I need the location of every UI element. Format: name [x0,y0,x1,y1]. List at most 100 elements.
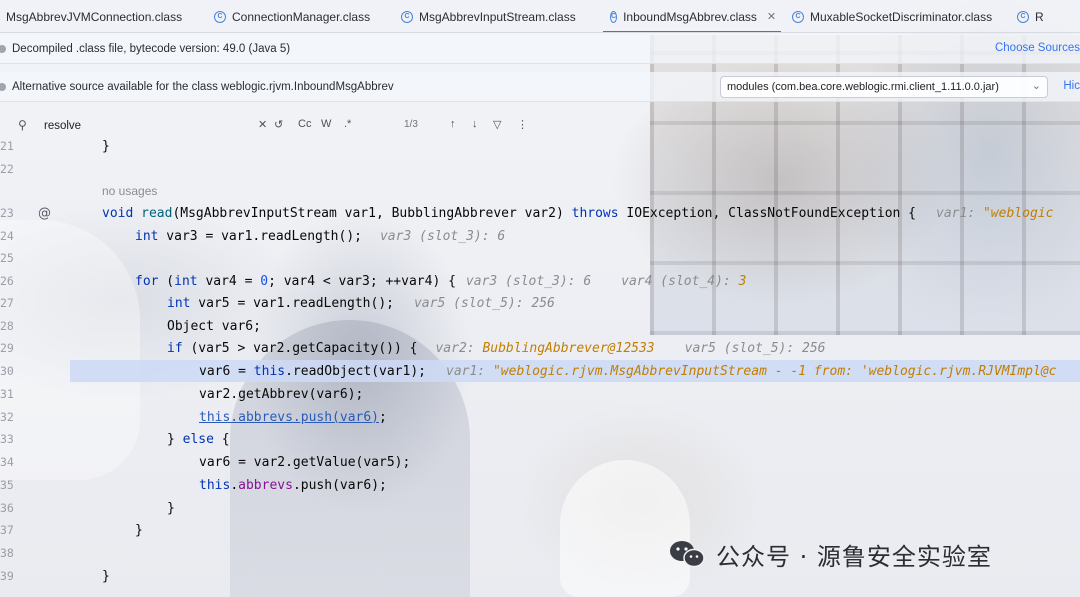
debug-hint: var2: BubblingAbbrever@12533 [435,341,654,356]
history-icon[interactable]: ↺ [274,118,283,131]
info-icon [0,44,6,53]
hint-value: BubblingAbbrever@12533 [482,340,655,356]
module-select-value: modules (com.bea.core.weblogic.rmi.clien… [727,81,999,93]
code-text: for (int var4 = 0; var4 < var3; ++var4) … [135,274,746,289]
line-number: 35 [0,478,14,492]
exceptions: IOException, ClassNotFoundException { [618,205,917,221]
filter-icon[interactable]: ▽ [493,118,501,131]
hint-name: var1: [936,205,983,221]
tab-connectionmanager[interactable]: C ConnectionManager.class [212,0,401,32]
keyword: for [135,273,159,289]
keyword: this [199,477,231,493]
watermark: 公众号 · 源鲁安全实验室 [668,534,992,574]
keyword: throws [571,205,619,221]
line-number: 27 [0,296,14,310]
regex-button[interactable]: .* [344,118,351,130]
line-number: 32 [0,410,14,424]
next-match-icon[interactable]: ↓ [472,118,478,130]
line-number: 39 [0,569,14,583]
code-text: } [102,568,110,584]
code-line: 27 int var5 = var1.readLength(); var5 (sl… [0,292,1080,314]
dot: . [230,477,239,493]
choose-sources-link[interactable]: Choose Sources [995,42,1080,54]
code-line: 25 [0,247,1080,269]
brace: } [167,431,183,447]
code-line: 33 } else { [0,428,1080,450]
field-name: abbrevs [238,477,293,493]
code-line: 26 for (int var4 = 0; var4 < var3; ++var… [0,270,1080,292]
line-number: 37 [0,523,14,537]
tab-msgabbrevinputstream[interactable]: C MsgAbbrevInputStream.class [401,0,603,32]
wechat-icon [670,541,705,568]
override-annotation-icon[interactable]: @ [38,206,51,221]
line-number: 28 [0,319,14,333]
whole-words-button[interactable]: W [321,118,331,130]
method-name: read [141,205,173,221]
code-text: this.abbrevs.push(var6); [199,410,387,425]
code-text: var6 = this.readObject(var1); var1: "webl… [199,364,1057,379]
line-number: 22 [0,162,14,176]
tab-label: MsgAbbrevJVMConnection.class [6,9,183,24]
match-case-button[interactable]: Cc [298,118,311,130]
code-line: 32 this.abbrevs.push(var6); [0,406,1080,428]
previous-match-icon[interactable]: ↑ [450,118,456,130]
debug-hint: var5 (slot_5): 256 [413,295,555,311]
inlay-usages-line: no usages [0,180,1080,202]
tab-muxablesocketdiscriminator[interactable]: C MuxableSocketDiscriminator.class [789,0,1017,32]
code-line: 35 this.abbrevs.push(var6); [0,474,1080,496]
brace: { [213,431,230,447]
editor-tab-bar: MsgAbbrevJVMConnection.class C Connectio… [0,0,1080,33]
code-line: 34 var6 = var2.getValue(var5); [0,451,1080,473]
statement: var6 = [199,363,254,379]
tab-r[interactable]: C R [1017,0,1080,32]
more-icon[interactable]: ⋮ [517,118,528,131]
statement: var5 = var1.readLength(); [190,295,394,311]
code-line: 36 } [0,497,1080,519]
line-number: 30 [0,364,14,378]
watermark-text: 公众号 · 源鲁安全实验室 [716,542,992,571]
line-number: 31 [0,387,14,401]
debug-hint: var1: "weblogic [936,206,1053,221]
tab-label: MsgAbbrevInputStream.class [419,9,576,24]
clear-icon[interactable]: ✕ [258,118,267,131]
code-text: this.abbrevs.push(var6); [199,478,387,493]
alternative-source-banner: Alternative source available for the cla… [0,72,1080,102]
statement: (var5 > var2.getCapacity()) { [182,340,418,356]
code-editor[interactable]: 21 } 22 no usages 23 @ void read(MsgAbbr… [0,135,1080,597]
decompiled-banner-text: Decompiled .class file, bytecode version… [12,42,291,55]
no-usages-hint[interactable]: no usages [102,184,157,198]
hint-name: var2: [435,340,483,356]
params: (MsgAbbrevInputStream var1, BubblingAbbr… [172,205,572,221]
statement: .push(var6); [292,477,387,493]
close-icon[interactable]: ✕ [767,10,776,23]
line-number: 33 [0,432,14,446]
hint-value: 3 [738,273,747,289]
statement: ; var4 < var3; ++var4) { [268,273,456,289]
search-icon[interactable]: ⚲ [18,118,27,132]
class-file-icon: C [610,10,618,23]
class-file-icon: C [792,10,804,23]
search-input[interactable] [44,117,244,135]
line-number: 29 [0,341,14,355]
tab-msgabbrevjvmconnection[interactable]: MsgAbbrevJVMConnection.class [0,0,212,32]
debug-hint: var5 (slot_5): 256 [684,340,826,356]
class-file-icon: C [1017,10,1029,23]
debug-hint: var1: "weblogic.rjvm.MsgAbbrevInputStrea… [446,364,1057,379]
line-number: 36 [0,501,14,515]
tab-label: InboundMsgAbbrev.class [623,9,757,24]
keyword: else [182,431,214,447]
code-line: 23 @ void read(MsgAbbrevInputStream var1… [0,202,1080,224]
tab-inboundmsgabbrev[interactable]: C InboundMsgAbbrev.class ✕ [603,0,789,32]
hide-link[interactable]: Hic [1063,80,1080,92]
underlined-call[interactable]: this.abbrevs.push(var6) [199,410,379,425]
module-select[interactable]: modules (com.bea.core.weblogic.rmi.clien… [720,76,1048,98]
code-line: 29 if (var5 > var2.getCapacity()) {var2:… [0,337,1080,359]
statement: var4 = [197,273,261,289]
tab-label: MuxableSocketDiscriminator.class [810,9,993,24]
code-line: 28 Object var6; [0,315,1080,337]
paren: ( [158,273,175,289]
code-text: } else { [167,432,230,447]
code-text: if (var5 > var2.getCapacity()) {var2: Bu… [167,341,826,356]
code-text: var6 = var2.getValue(var5); [199,454,411,470]
decompiled-banner: Decompiled .class file, bytecode version… [0,34,1080,64]
